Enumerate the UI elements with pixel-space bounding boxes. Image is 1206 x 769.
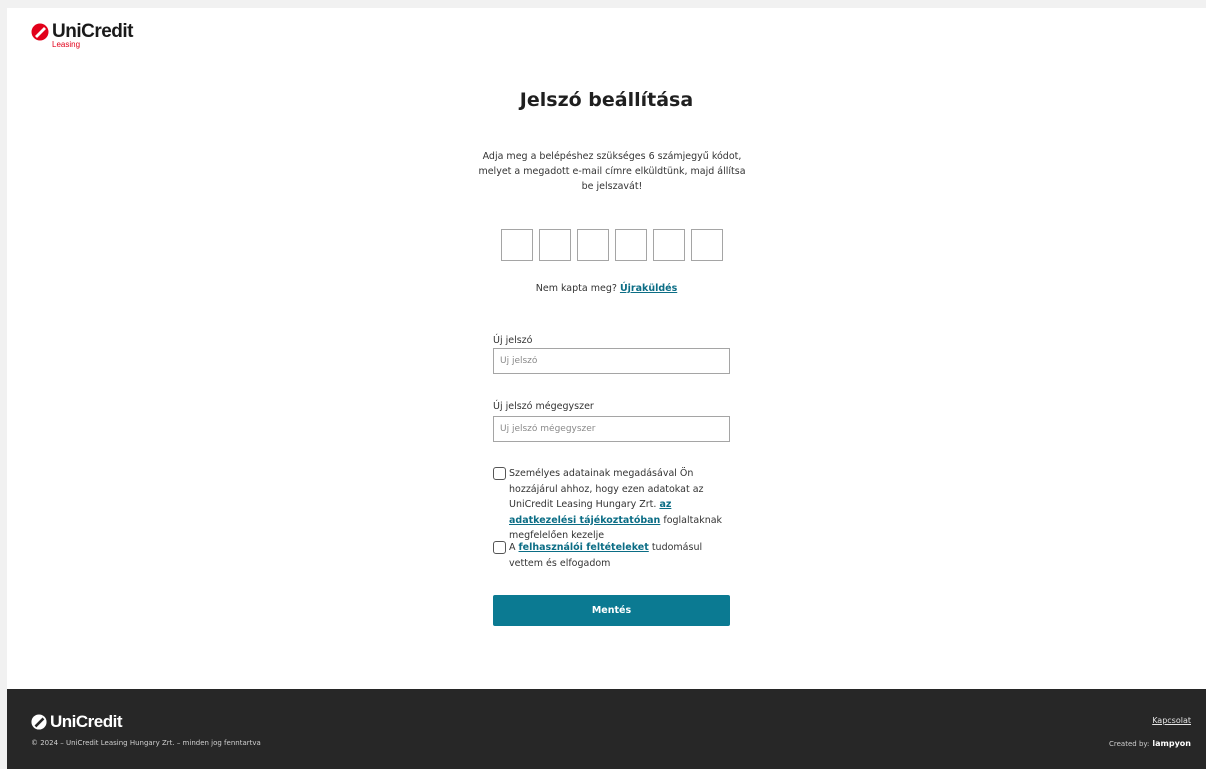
terms-link[interactable]: felhasználói feltételeket [519, 542, 649, 553]
terms-checkbox[interactable] [493, 541, 506, 554]
code-digit-2[interactable] [539, 229, 571, 261]
verification-code-inputs [501, 229, 723, 261]
save-button[interactable]: Mentés [493, 595, 730, 626]
footer: UniCredit © 2024 – UniCredit Leasing Hun… [7, 689, 1206, 769]
confirm-password-input[interactable] [493, 416, 730, 442]
unicredit-logo-icon [31, 23, 49, 41]
new-password-input[interactable] [493, 348, 730, 374]
consent-text: Személyes adatainak megadásával Ön hozzá… [509, 466, 733, 544]
resend-link[interactable]: Újraküldés [620, 283, 677, 294]
contact-link[interactable]: Kapcsolat [1152, 716, 1191, 725]
footer-logo[interactable]: UniCredit [31, 712, 123, 732]
terms-row: A felhasználói feltételeket tudomásul ve… [493, 540, 733, 571]
terms-text-before: A [509, 542, 516, 553]
unicredit-leasing-logo[interactable]: UniCredit Leasing [31, 21, 134, 49]
confirm-password-label: Új jelszó mégegyszer [493, 401, 594, 412]
footer-wordmark: UniCredit [50, 712, 123, 731]
code-digit-1[interactable] [501, 229, 533, 261]
terms-text: A felhasználói feltételeket tudomásul ve… [509, 540, 733, 571]
unicredit-logo-icon [31, 714, 47, 730]
logo-subtitle: Leasing [52, 40, 81, 49]
intro-text: Adja meg a belépéshez szükséges 6 számje… [478, 151, 746, 192]
code-digit-6[interactable] [691, 229, 723, 261]
code-digit-5[interactable] [653, 229, 685, 261]
created-by: Created by: lampyon [1109, 739, 1191, 748]
code-digit-4[interactable] [615, 229, 647, 261]
code-digit-3[interactable] [577, 229, 609, 261]
consent-row: Személyes adatainak megadásával Ön hozzá… [493, 466, 733, 544]
created-by-label: Created by: [1109, 740, 1150, 748]
new-password-label: Új jelszó [493, 335, 533, 346]
lampyon-logo[interactable]: lampyon [1152, 739, 1191, 748]
resend-row: Nem kapta meg? Újraküldés [7, 283, 1206, 294]
page-title: Jelszó beállítása [519, 89, 694, 111]
copyright-text: © 2024 – UniCredit Leasing Hungary Zrt. … [31, 739, 261, 747]
resend-prompt: Nem kapta meg? [535, 283, 617, 294]
consent-checkbox[interactable] [493, 467, 506, 480]
consent-text-before: Személyes adatainak megadásával Ön hozzá… [509, 468, 704, 510]
page-content: UniCredit Leasing Jelszó beállítása Adja… [7, 8, 1206, 689]
